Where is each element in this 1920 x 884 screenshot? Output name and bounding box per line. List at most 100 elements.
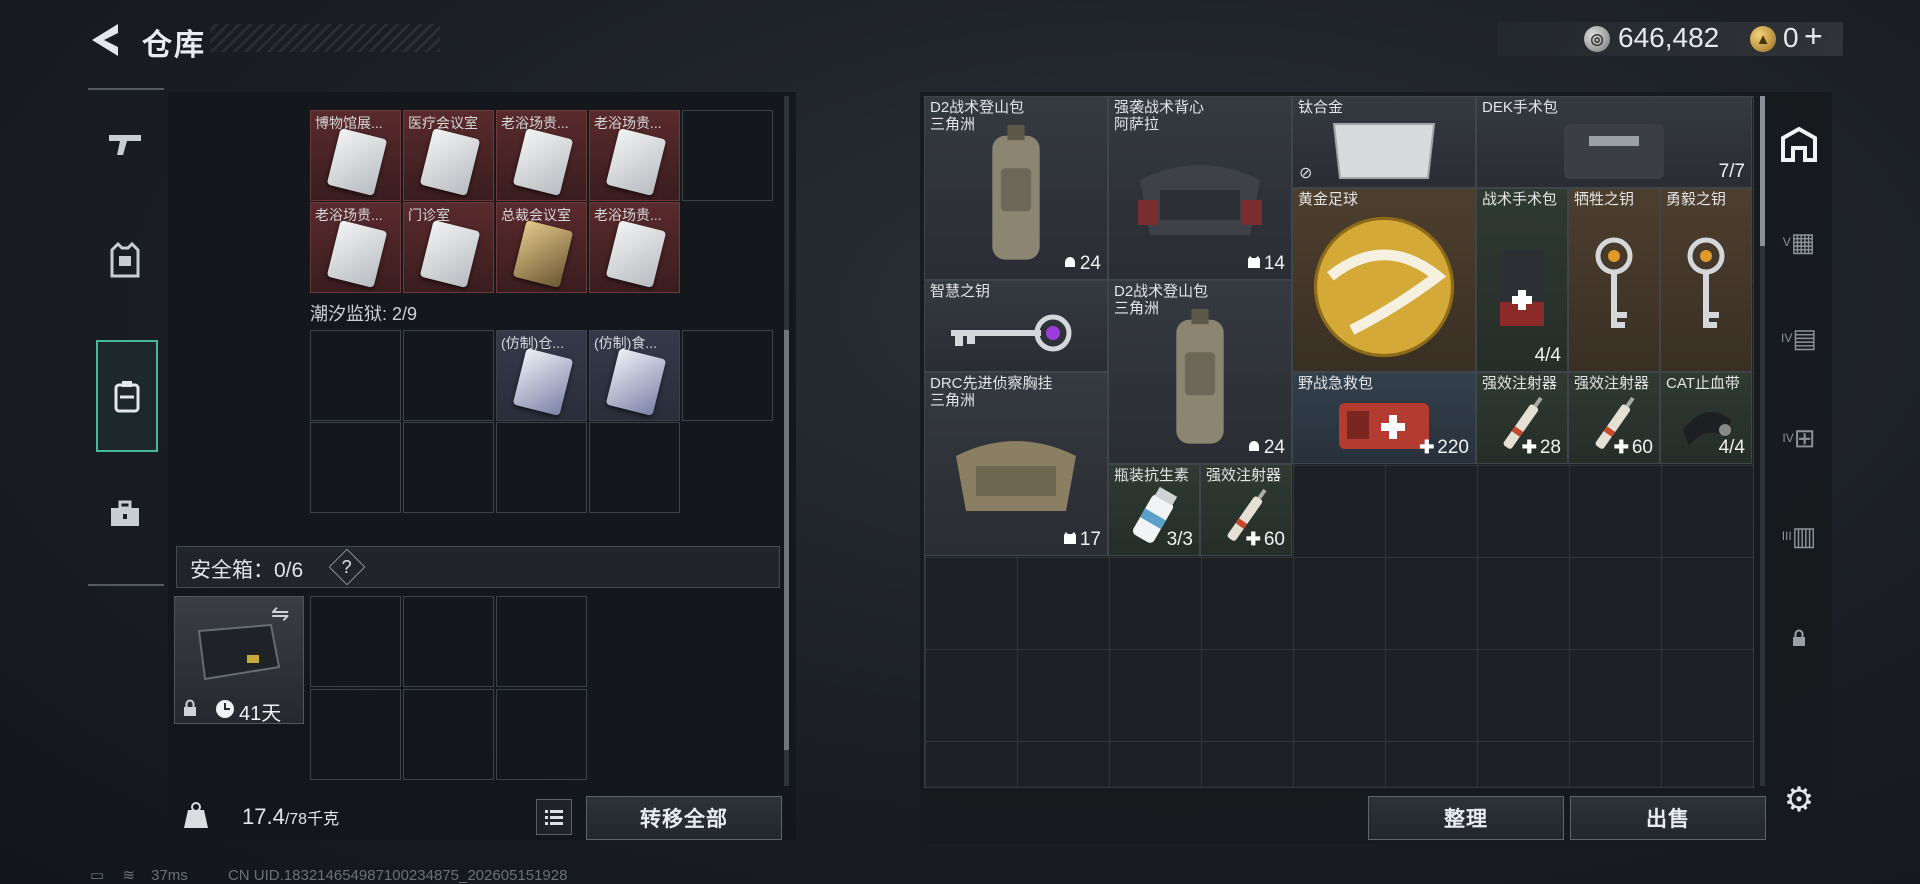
right-nav-home[interactable] xyxy=(1776,124,1822,164)
transfer-all-button[interactable]: 转移全部 xyxy=(586,796,782,840)
item-name: 智慧之钥 xyxy=(930,283,991,300)
warehouse-item[interactable]: 强效注射器 ✚ 28 xyxy=(1476,372,1568,464)
empty-slot[interactable] xyxy=(310,596,401,687)
back-arrow-icon[interactable] xyxy=(86,20,122,60)
prison-section-title: 潮汐监狱: 2/9 xyxy=(310,304,418,324)
item-image xyxy=(1661,189,1751,371)
item-count: 7/7 xyxy=(1718,161,1745,182)
empty-slot[interactable] xyxy=(496,596,587,687)
nav-armor[interactable] xyxy=(96,206,154,314)
warehouse-item[interactable]: 智慧之钥 xyxy=(924,280,1108,372)
gun-case-icon: ▥ xyxy=(1791,520,1817,551)
left-scrollbar-thumb[interactable] xyxy=(784,330,789,750)
add-currency-button[interactable]: + xyxy=(1804,18,1823,55)
sort-button[interactable]: 整理 xyxy=(1368,796,1564,840)
case-icon: ▦ xyxy=(1790,226,1816,257)
case-tier-label: V xyxy=(1782,235,1791,249)
keycard-slot[interactable]: (仿制)食... xyxy=(589,330,680,421)
weight-value: 17.4 xyxy=(242,804,285,829)
nav-toolbox[interactable] xyxy=(96,460,154,568)
keycard-slot[interactable]: (仿制)仓... xyxy=(496,330,587,421)
warehouse-item[interactable]: 强效注射器 ✚ 60 xyxy=(1200,464,1292,556)
empty-slot[interactable] xyxy=(403,596,494,687)
item-count: 4/4 xyxy=(1718,437,1745,458)
keycard-icon xyxy=(326,220,388,288)
keycard-icon xyxy=(605,348,667,416)
empty-slot[interactable] xyxy=(403,422,494,513)
item-name: 强效注射器 xyxy=(1574,375,1650,392)
warehouse-item[interactable]: 牺牲之钥 xyxy=(1568,188,1660,372)
swap-icon[interactable]: ⇋ xyxy=(271,601,289,627)
keycard-slot[interactable]: 老浴场贵... xyxy=(496,110,587,201)
safe-case-icon xyxy=(197,623,281,681)
keycard-slot[interactable]: 老浴场贵... xyxy=(589,110,680,201)
cut-section-title: ... xyxy=(310,84,326,94)
keycard-icon xyxy=(605,220,667,288)
item-name: D2战术登山包 三角洲 xyxy=(930,99,1025,133)
empty-slot[interactable] xyxy=(403,689,494,780)
right-nav-case-iv[interactable]: IV ▤ xyxy=(1776,318,1822,358)
empty-slot[interactable] xyxy=(403,330,494,421)
keycard-slot[interactable]: 总裁会议室 xyxy=(496,202,587,293)
warehouse-item[interactable]: D2战术登山包 三角洲 24 xyxy=(1108,280,1292,464)
warehouse-item[interactable]: 战术手术包 4/4 xyxy=(1476,188,1568,372)
empty-slot[interactable] xyxy=(310,689,401,780)
silver-coin-icon: ◎ xyxy=(1584,26,1610,52)
keycard-slot[interactable]: 医疗会议室 xyxy=(403,110,494,201)
empty-slot[interactable] xyxy=(589,422,680,513)
list-view-button[interactable] xyxy=(536,799,572,835)
item-image xyxy=(1569,189,1659,371)
warehouse-item[interactable]: 强效注射器 ✚ 60 xyxy=(1568,372,1660,464)
keycard-name: 老浴场贵... xyxy=(315,207,383,223)
empty-slot[interactable] xyxy=(682,330,773,421)
right-nav-case-v[interactable]: V ▦ xyxy=(1776,222,1822,262)
page-title: 仓库 xyxy=(142,29,206,62)
warehouse-item[interactable]: 野战急救包 ✚ 220 xyxy=(1292,372,1476,464)
right-nav-medical-iv[interactable]: IV ⊞ xyxy=(1776,418,1822,458)
case-tier-label: III xyxy=(1781,529,1792,543)
keycard-slot[interactable]: 老浴场贵... xyxy=(589,202,680,293)
keycard-name: 总裁会议室 xyxy=(501,207,571,223)
warehouse-item[interactable]: 钛合金 ⊘ xyxy=(1292,96,1476,188)
item-name: 勇毅之钥 xyxy=(1666,191,1727,208)
warehouse-item[interactable]: D2战术登山包 三角洲 24 xyxy=(924,96,1108,280)
warehouse-item[interactable]: 黄金足球 xyxy=(1292,188,1476,372)
sell-button[interactable]: 出售 xyxy=(1570,796,1766,840)
empty-slot[interactable] xyxy=(496,689,587,780)
right-nav-case-iii[interactable]: III ▥ xyxy=(1776,516,1822,556)
warehouse-item[interactable]: DRC先进侦察胸挂 三角洲 17 xyxy=(924,372,1108,556)
keycard-icon xyxy=(419,220,481,288)
nav-backpack[interactable] xyxy=(96,340,158,452)
item-name: 牺牲之钥 xyxy=(1574,191,1635,208)
empty-slot[interactable] xyxy=(310,422,401,513)
keycard-name: 博物馆展... xyxy=(315,115,383,131)
empty-slot[interactable] xyxy=(310,330,401,421)
warehouse-item[interactable]: 强袭战术背心 阿萨拉 14 xyxy=(1108,96,1292,280)
nav-weapon[interactable] xyxy=(96,90,154,198)
keycard-icon xyxy=(512,128,574,196)
right-nav-locked[interactable] xyxy=(1776,618,1822,658)
keycard-icon xyxy=(512,220,574,288)
empty-slot[interactable] xyxy=(682,110,773,201)
wifi-icon: ≋ xyxy=(122,867,135,884)
keycard-slot[interactable]: 门诊室 xyxy=(403,202,494,293)
safe-duration: 41天 xyxy=(239,703,282,725)
warehouse-item[interactable]: 瓶装抗生素 3/3 xyxy=(1108,464,1200,556)
keycard-slot[interactable]: 博物馆展... xyxy=(310,110,401,201)
item-name: 强效注射器 xyxy=(1482,375,1558,392)
settings-gear-icon[interactable]: ⚙ xyxy=(1776,780,1822,820)
lock-icon xyxy=(1793,629,1805,646)
safe-box-item[interactable]: ⇋ 41天 xyxy=(174,596,304,725)
folder-icon: ▤ xyxy=(1792,322,1817,353)
warehouse-item[interactable]: DEK手术包 7/7 xyxy=(1476,96,1752,188)
empty-slot[interactable] xyxy=(496,422,587,513)
list-icon xyxy=(545,810,563,825)
case-tier-label: IV xyxy=(1781,331,1793,345)
keycard-name: 老浴场贵... xyxy=(594,207,662,223)
keycard-slot[interactable]: 老浴场贵... xyxy=(310,202,401,293)
right-scrollbar-thumb[interactable] xyxy=(1760,96,1765,246)
warehouse-item[interactable]: CAT止血带 4/4 xyxy=(1660,372,1752,464)
item-count: 24 xyxy=(1063,253,1101,275)
warehouse-item[interactable]: 勇毅之钥 xyxy=(1660,188,1752,372)
no-stack-icon: ⊘ xyxy=(1299,165,1313,182)
